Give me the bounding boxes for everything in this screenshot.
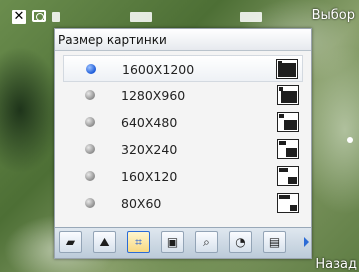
resolution-1600-icon [276,59,298,79]
status-bar: ✕ Выбор [0,0,359,28]
toolbar-button[interactable]: ▣ [161,231,184,253]
list-item[interactable]: 160X120 [63,163,303,190]
toolbar-button[interactable]: ⛰ [93,231,116,253]
more-icon: ▤ [268,235,281,249]
camera-settings-toolbar: ▰ ⛰ ⌗ ▣ ⌕ ◔ ▤ [55,227,311,258]
list-item[interactable]: 640X480 [63,109,303,136]
resolution-label: 160X120 [121,169,178,184]
radio-icon [85,144,95,154]
radio-icon [86,64,96,74]
scroll-right-icon[interactable] [304,237,309,247]
picture-size-menu: Размер картинки 1600X1200 1280X960 640X480… [54,28,312,259]
zoom-icon: ⌕ [203,235,210,249]
resolution-label: 1600X1200 [122,62,195,77]
resolution-label: 80X60 [121,196,162,211]
radio-icon [85,171,95,181]
resolution-label: 1280X960 [121,88,186,103]
scene-icon: ⛰ [99,235,110,249]
focus-indicator-icon [347,137,353,143]
picture-size-icon: ⌗ [135,235,142,249]
select-softkey[interactable]: Выбор [312,8,355,23]
radio-icon [85,198,95,208]
menu-title: Размер картинки [55,29,311,51]
close-icon[interactable]: ✕ [12,10,26,24]
resolution-160-icon [277,166,299,186]
resolution-80-icon [277,193,299,213]
quality-icon: ▣ [166,235,179,249]
list-item[interactable]: 1280X960 [63,82,303,109]
resolution-1280-icon [277,85,299,105]
resolution-320-icon [277,139,299,159]
toolbar-button[interactable]: ▰ [59,231,82,253]
resolution-list: 1600X1200 1280X960 640X480 320X240 160X120 80… [55,55,311,217]
toolbar-button[interactable]: ▤ [263,231,286,253]
list-item[interactable]: 1600X1200 [63,55,303,82]
list-item[interactable]: 80X60 [63,190,303,217]
toolbar-button[interactable]: ⌗ [127,231,150,253]
toolbar-button[interactable]: ⌕ [195,231,218,253]
resolution-indicator-icon [240,12,262,22]
camera-mode-icon: ▰ [65,235,76,249]
radio-icon [85,90,95,100]
list-item[interactable]: 320X240 [63,136,303,163]
radio-icon [85,117,95,127]
back-softkey[interactable]: Назад [315,257,357,272]
resolution-label: 640X480 [121,115,178,130]
toolbar-button[interactable]: ◔ [229,231,252,253]
camera-icon [32,10,46,22]
storage-icon [130,12,152,22]
resolution-label: 320X240 [121,142,178,157]
resolution-640-icon [277,112,299,132]
flash-icon [52,12,60,22]
timer-icon: ◔ [235,235,246,249]
